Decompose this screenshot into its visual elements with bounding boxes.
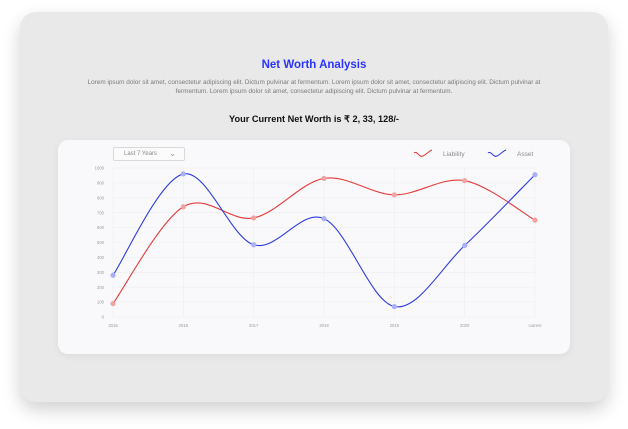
y-tick-label: 700 [97, 210, 105, 215]
y-tick-label: 100 [97, 300, 105, 305]
y-tick-label: 600 [97, 225, 105, 230]
net-worth-line-chart: 0 100 200 300 400 500 600 700 800 900 1000 2015 2016… [95, 166, 543, 328]
data-point-asset [391, 303, 397, 310]
data-point-liability [110, 300, 116, 307]
x-tick-label: 2020 [460, 323, 470, 328]
y-tick-label: 1000 [95, 166, 105, 171]
data-point-asset [180, 171, 186, 177]
y-tick-label: 300 [97, 270, 105, 275]
data-point-liability [180, 204, 186, 210]
y-tick-label: 500 [97, 240, 105, 245]
x-tick-label: 2016 [179, 323, 189, 328]
data-point-liability [532, 217, 538, 223]
data-point-liability [462, 178, 468, 184]
data-point-asset [532, 172, 538, 178]
y-tick-label: 200 [97, 285, 105, 290]
x-tick-label: current [528, 323, 542, 328]
data-point-asset [462, 242, 468, 249]
y-tick-label: 800 [97, 195, 105, 200]
y-tick-label: 900 [97, 181, 105, 186]
y-tick-label: 400 [97, 255, 105, 260]
x-tick-label: 2018 [319, 323, 329, 328]
x-tick-label: 2017 [249, 323, 259, 328]
data-point-asset [110, 272, 116, 278]
data-point-asset [251, 242, 257, 248]
y-tick-label: 0 [102, 315, 105, 320]
data-point-liability [391, 192, 397, 198]
x-tick-label: 2019 [390, 323, 400, 328]
data-point-liability [321, 175, 327, 182]
data-point-liability [251, 215, 257, 221]
data-point-asset [321, 216, 327, 222]
x-tick-label: 2015 [108, 323, 118, 328]
